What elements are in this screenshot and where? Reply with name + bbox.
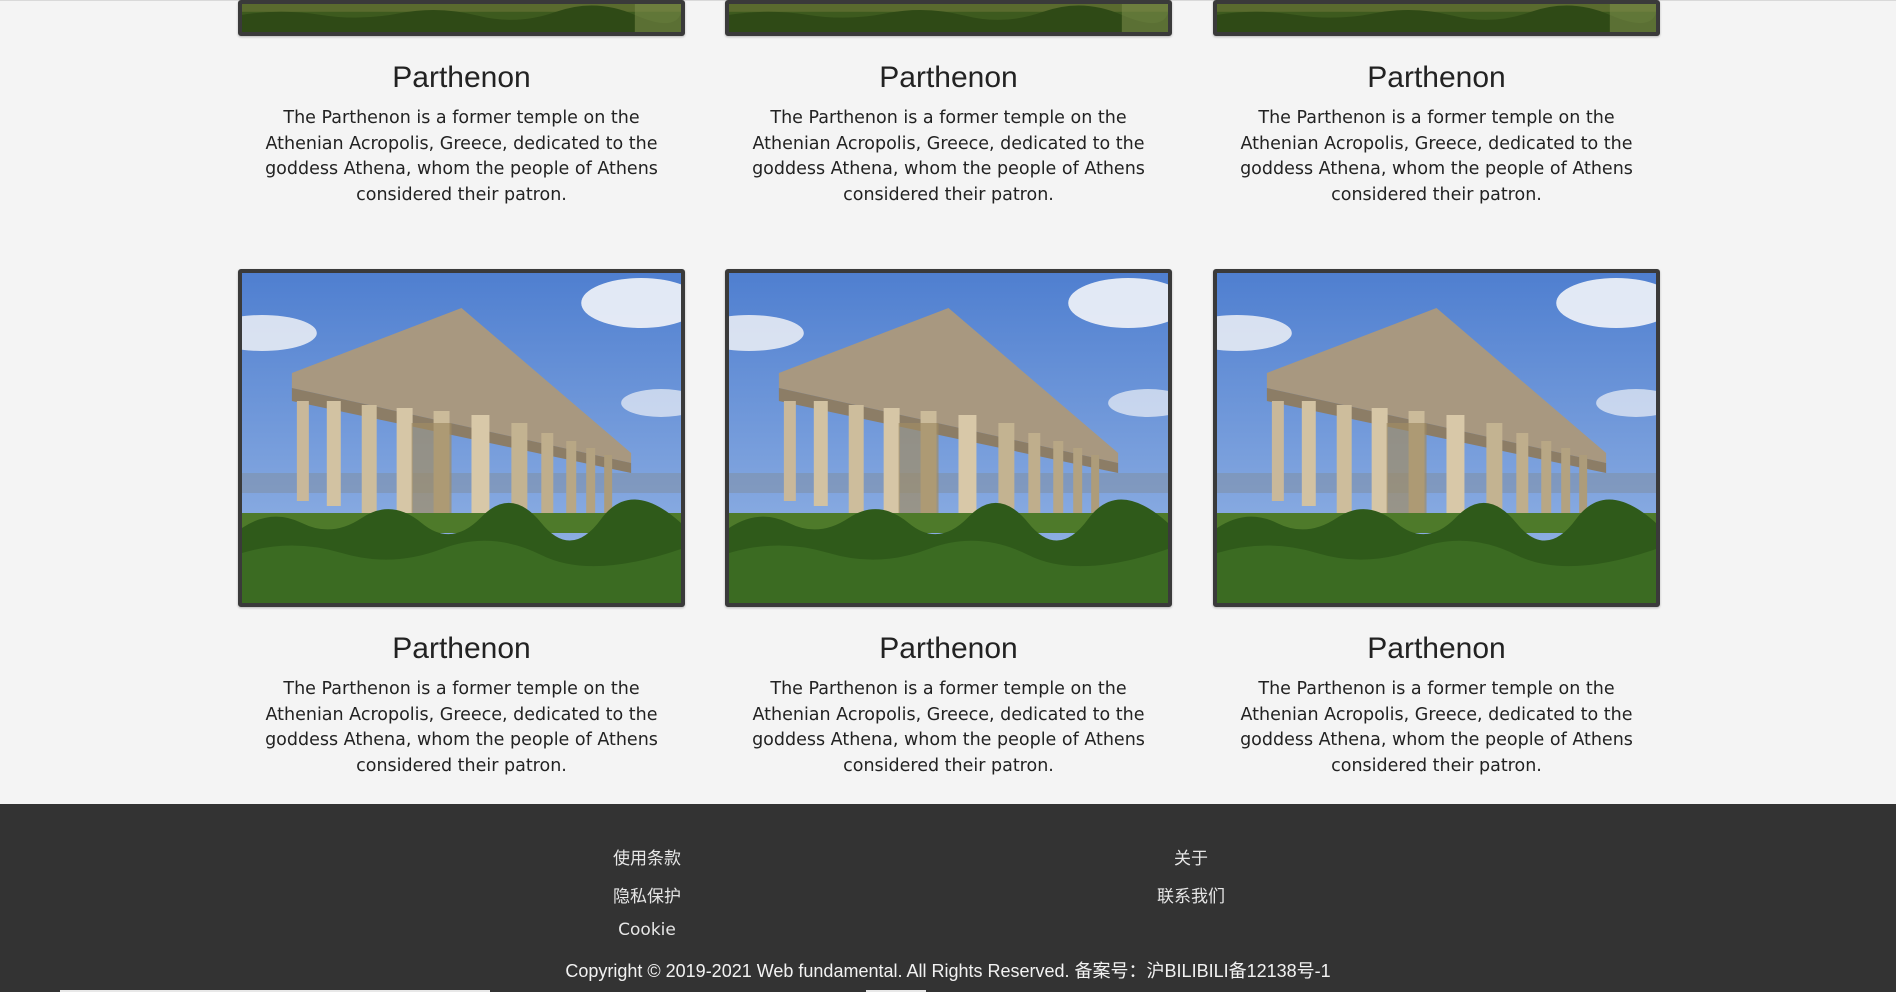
temple-photo[interactable] (238, 269, 685, 607)
card-description: The Parthenon is a former temple on the … (1240, 108, 1633, 205)
gallery-card: Parthenon The Parthenon is a former temp… (725, 269, 1172, 779)
temple-photo[interactable] (725, 269, 1172, 607)
temple-photo[interactable] (1213, 269, 1660, 607)
gallery-card: Parthenon The Parthenon is a former temp… (238, 269, 685, 779)
footer-link-about[interactable]: 关于 (1174, 844, 1208, 869)
card-description: The Parthenon is a former temple on the … (752, 679, 1145, 776)
gallery-grid: Parthenon The Parthenon is a former temp… (0, 0, 1896, 804)
card-description: The Parthenon is a former temple on the … (265, 679, 658, 776)
card-description: The Parthenon is a former temple on the … (1240, 679, 1633, 776)
card-title: Parthenon (879, 61, 1018, 94)
card-title: Parthenon (1367, 632, 1506, 665)
card-title: Parthenon (392, 632, 531, 665)
card-description: The Parthenon is a former temple on the … (752, 108, 1145, 205)
gallery-card: Parthenon The Parthenon is a former temp… (1213, 0, 1660, 208)
copyright-text: Copyright © 2019-2021 Web fundamental. A… (565, 961, 1331, 981)
card-title: Parthenon (879, 632, 1018, 665)
footer-link-cookie[interactable]: Cookie (618, 920, 676, 940)
site-footer: 使用条款 隐私保护 Cookie 关于 联系我们 Copyright © 201… (0, 804, 1896, 992)
gallery-card: Parthenon The Parthenon is a former temp… (238, 0, 685, 208)
temple-photo[interactable] (238, 0, 685, 36)
footer-link-terms[interactable]: 使用条款 (613, 844, 681, 869)
gallery-card: Parthenon The Parthenon is a former temp… (725, 0, 1172, 208)
footer-link-contact[interactable]: 联系我们 (1157, 882, 1225, 907)
temple-photo[interactable] (725, 0, 1172, 36)
card-description: The Parthenon is a former temple on the … (265, 108, 658, 205)
card-title: Parthenon (1367, 61, 1506, 94)
card-title: Parthenon (392, 61, 531, 94)
temple-photo[interactable] (1213, 0, 1660, 36)
gallery-card: Parthenon The Parthenon is a former temp… (1213, 269, 1660, 779)
footer-link-privacy[interactable]: 隐私保护 (613, 882, 681, 907)
